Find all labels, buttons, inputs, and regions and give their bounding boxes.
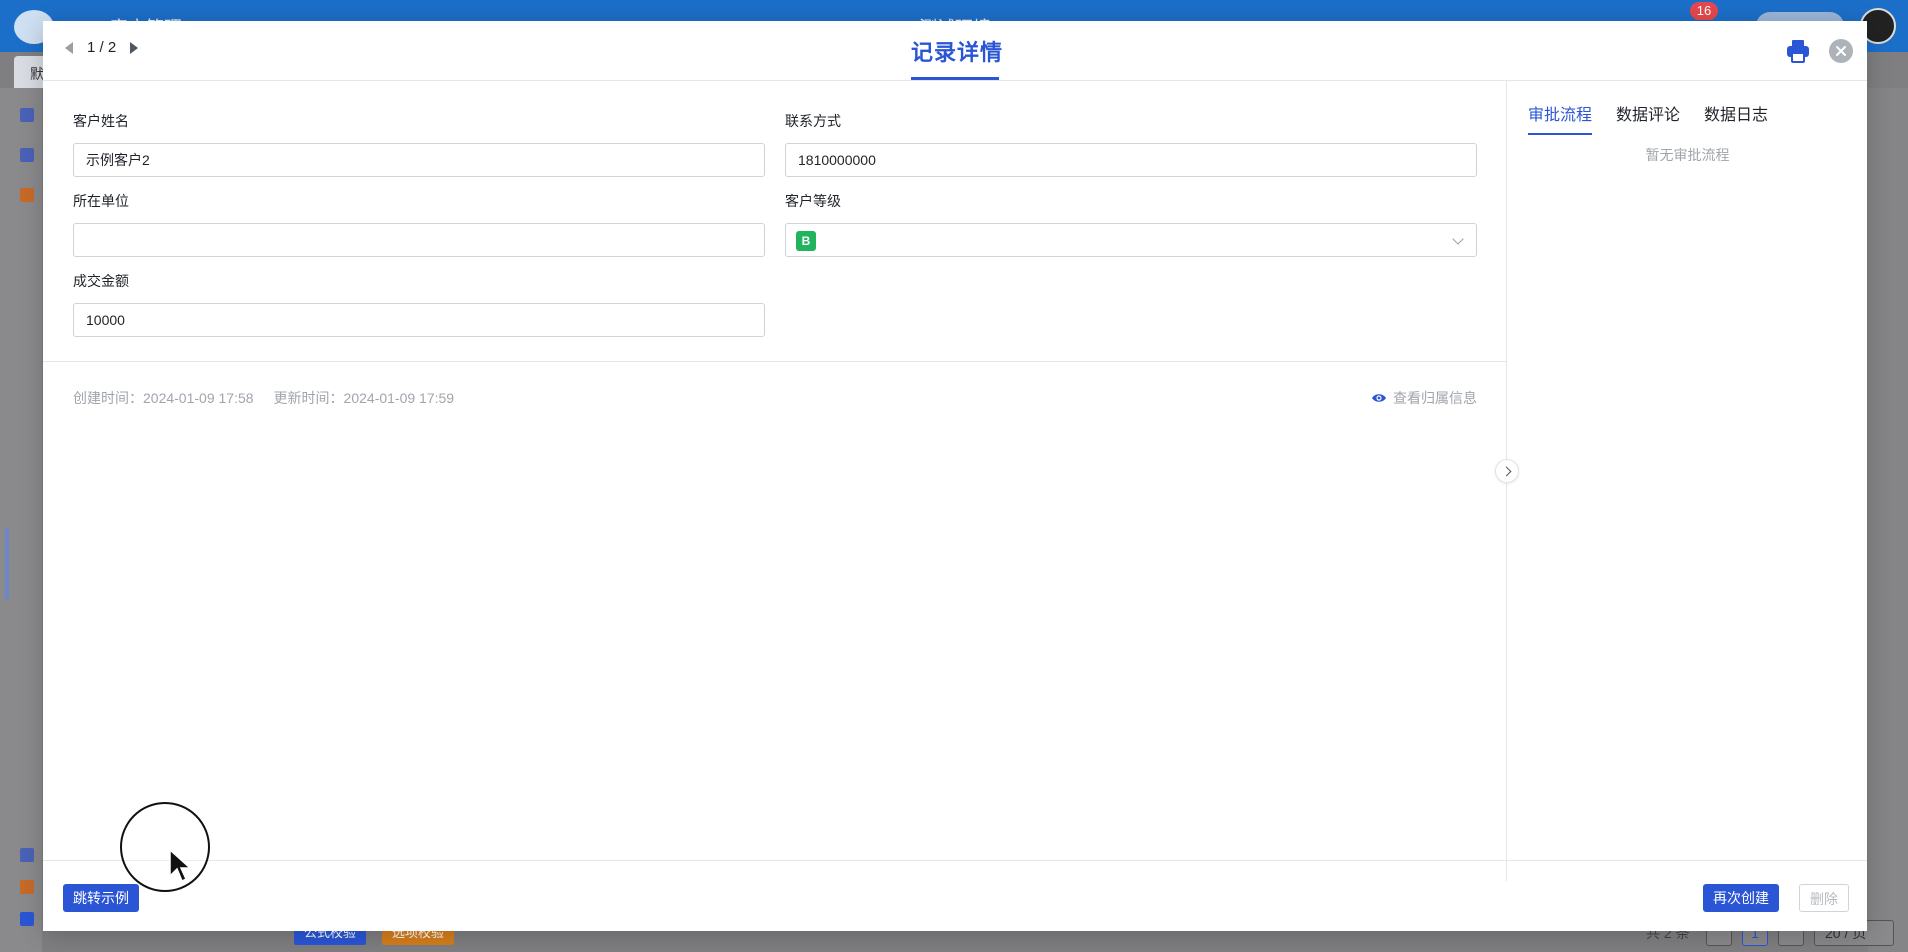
record-meta: 创建时间：2024-01-09 17:58 更新时间：2024-01-09 17… [73,388,454,408]
view-owner-link[interactable]: 查看归属信息 [1371,388,1477,408]
next-record-icon[interactable] [130,41,139,54]
customer-grade-field: 客户等级 B [785,191,1477,257]
record-pager: 1 / 2 [65,39,139,56]
customer-grade-select[interactable]: B [785,223,1477,257]
sidebar-doc-icon[interactable] [20,108,34,122]
side-tabs: 审批流程 数据评论 数据日志 [1528,101,1768,135]
modal-header: 1 / 2 记录详情 [43,21,1867,81]
grade-tag: B [796,231,816,251]
company-input[interactable] [73,223,765,257]
contact-label: 联系方式 [785,113,841,129]
customer-name-field: 客户姓名 示例客户2 [73,111,765,177]
contact-input[interactable]: 1810000000 [785,143,1477,177]
eye-icon [1372,394,1386,402]
modal-title: 记录详情 [911,40,1004,65]
view-owner-label: 查看归属信息 [1393,390,1477,406]
updated-time: 更新时间：2024-01-09 17:59 [273,390,455,406]
mouse-pointer-icon [169,848,192,883]
sidebar-active-indicator [5,528,9,600]
close-modal-button[interactable] [1829,39,1853,63]
customer-name-input[interactable]: 示例客户2 [73,143,765,177]
modal-footer: 跳转示例 再次创建 删除 [43,860,1867,931]
deal-amount-label: 成交金额 [73,273,129,289]
tab-approval-flow[interactable]: 审批流程 [1528,101,1593,135]
delete-button[interactable]: 删除 [1799,884,1849,912]
deal-amount-input[interactable]: 10000 [73,303,765,337]
close-icon [1836,46,1846,56]
tab-data-comments[interactable]: 数据评论 [1616,101,1680,135]
sidebar-grid-icon[interactable] [20,880,34,894]
sidebar-list-icon[interactable] [20,148,34,162]
title-underline [911,77,999,80]
left-sidebar [0,88,42,952]
cursor-highlight [120,802,210,892]
sidebar-form-icon[interactable] [20,848,34,862]
side-panel: 审批流程 数据评论 数据日志 暂无审批流程 [1508,81,1867,881]
company-field: 所在单位 [73,191,765,257]
print-icon[interactable] [1785,38,1811,64]
notification-badge[interactable]: 16 [1690,2,1718,20]
sidebar-table-icon[interactable] [20,188,34,202]
contact-field: 联系方式 1810000000 [785,111,1477,177]
record-detail-modal: 1 / 2 记录详情 客户姓名 示例客户2 联系方式 1810000000 所在… [43,21,1867,931]
jump-example-button[interactable]: 跳转示例 [63,884,139,912]
prev-record-icon[interactable] [65,41,73,54]
tab-data-log[interactable]: 数据日志 [1704,101,1768,135]
recreate-button[interactable]: 再次创建 [1703,884,1779,912]
sidebar-folder-icon[interactable] [20,912,34,926]
deal-amount-field: 成交金额 10000 [73,271,765,337]
right-gutter [1868,88,1908,952]
record-position: 1 / 2 [87,39,117,56]
chevron-down-icon [1452,233,1464,245]
customer-grade-label: 客户等级 [785,193,841,209]
customer-name-label: 客户姓名 [73,113,129,129]
record-form: 客户姓名 示例客户2 联系方式 1810000000 所在单位 客户等级 B 成… [43,81,1507,881]
approval-empty-text: 暂无审批流程 [1645,147,1730,163]
form-divider [43,361,1507,362]
company-label: 所在单位 [73,193,129,209]
created-time: 创建时间：2024-01-09 17:58 [73,390,254,406]
